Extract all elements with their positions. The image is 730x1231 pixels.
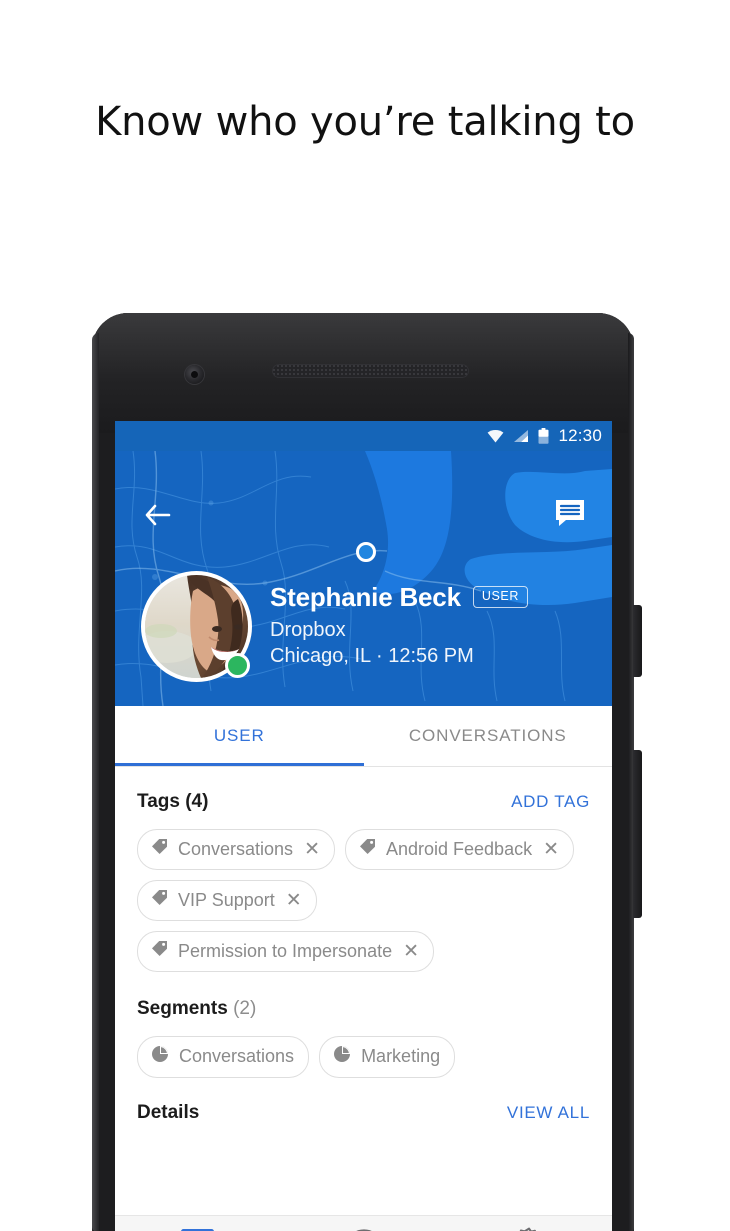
segments-title-text: Segments: [137, 998, 228, 1019]
add-tag-button[interactable]: ADD TAG: [511, 792, 590, 812]
remove-tag-icon[interactable]: ✕: [403, 942, 419, 961]
profile-name: Stephanie Beck: [270, 581, 461, 612]
status-bar-time: 12:30: [558, 426, 602, 445]
front-camera-icon: [185, 365, 204, 384]
tag-chip[interactable]: Permission to Impersonate ✕: [137, 931, 435, 972]
location-dot: [356, 542, 376, 562]
tab-bar: USER CONVERSATIONS: [115, 706, 612, 767]
tag-chip-label: Permission to Impersonate: [178, 940, 393, 961]
tag-icon: [151, 940, 168, 962]
remove-tag-icon[interactable]: ✕: [543, 840, 559, 859]
tag-chip-label: Conversations: [178, 838, 294, 859]
segments-count: (2): [233, 998, 257, 1019]
profile-summary: Stephanie Beck USER Dropbox Chicago, IL …: [141, 571, 598, 682]
tab-user[interactable]: USER: [115, 706, 364, 766]
tag-chip-label: Android Feedback: [385, 838, 533, 859]
tag-icon: [151, 838, 168, 860]
nav-item-settings[interactable]: [446, 1227, 612, 1231]
pie-chart-icon: [333, 1045, 351, 1068]
tags-chip-list: Conversations ✕ Android Feedback ✕ VIP S…: [137, 829, 590, 972]
phone-left-edge: [92, 333, 99, 1231]
tags-title: Tags (4): [137, 791, 208, 813]
phone-screen: 12:30 Stephanie Beck USER Dropbox Chicag…: [115, 421, 612, 1231]
power-button[interactable]: [633, 605, 642, 677]
segment-chip[interactable]: Conversations: [137, 1036, 310, 1078]
nav-item-conversations[interactable]: [281, 1228, 447, 1231]
page-root: Know who you’re talking to 12:30 Stephan…: [0, 0, 730, 1231]
tags-title-text: Tags: [137, 791, 180, 812]
segments-section-header: Segments (2): [137, 998, 590, 1020]
tag-icon: [151, 889, 168, 911]
chat-bubble-icon: [348, 1228, 380, 1231]
nav-item-contacts[interactable]: [115, 1228, 281, 1231]
earpiece-speaker: [272, 364, 469, 378]
back-arrow-icon[interactable]: [141, 499, 173, 531]
profile-location-time: Chicago, IL · 12:56 PM: [270, 644, 474, 667]
segments-chip-list: Conversations Marketing: [137, 1036, 590, 1078]
remove-tag-icon[interactable]: ✕: [304, 840, 320, 859]
volume-button[interactable]: [633, 750, 642, 918]
bottom-navigation-bar: [115, 1215, 612, 1231]
status-bar: 12:30: [115, 421, 612, 451]
phone-device: 12:30 Stephanie Beck USER Dropbox Chicag…: [92, 313, 642, 1231]
status-badge: USER: [472, 586, 528, 608]
tag-chip[interactable]: Android Feedback ✕: [344, 829, 574, 870]
message-icon[interactable]: [553, 496, 587, 530]
wifi-icon: [487, 429, 504, 443]
segment-chip[interactable]: Marketing: [319, 1036, 456, 1078]
profile-header: Stephanie Beck USER Dropbox Chicago, IL …: [115, 451, 612, 706]
tags-count: (4): [185, 791, 209, 812]
signal-icon: [513, 429, 529, 443]
battery-icon: [538, 428, 549, 444]
page-title: Know who you’re talking to: [95, 99, 635, 145]
view-all-details-button[interactable]: VIEW ALL: [507, 1103, 590, 1123]
avatar[interactable]: [141, 571, 252, 682]
online-status-dot: [225, 653, 250, 678]
tag-chip[interactable]: Conversations ✕: [137, 829, 335, 870]
user-details-panel: Tags (4) ADD TAG Conversations ✕ Android…: [115, 767, 612, 1124]
segment-chip-label: Conversations: [179, 1046, 295, 1066]
tag-chip[interactable]: VIP Support ✕: [137, 880, 317, 921]
segment-chip-label: Marketing: [361, 1046, 441, 1066]
profile-company: Dropbox: [270, 618, 346, 641]
gear-icon: [514, 1227, 544, 1231]
details-title: Details: [137, 1102, 200, 1123]
tag-chip-label: VIP Support: [178, 889, 275, 910]
tab-conversations[interactable]: CONVERSATIONS: [364, 706, 613, 766]
tab-active-underline: [115, 763, 364, 766]
contact-card-icon: [181, 1228, 215, 1231]
pie-chart-icon: [151, 1045, 169, 1068]
tags-section-header: Tags (4) ADD TAG: [137, 791, 590, 813]
tag-icon: [359, 838, 376, 860]
segments-title: Segments (2): [137, 998, 256, 1020]
remove-tag-icon[interactable]: ✕: [286, 891, 302, 910]
details-section-header: Details VIEW ALL: [137, 1102, 590, 1124]
